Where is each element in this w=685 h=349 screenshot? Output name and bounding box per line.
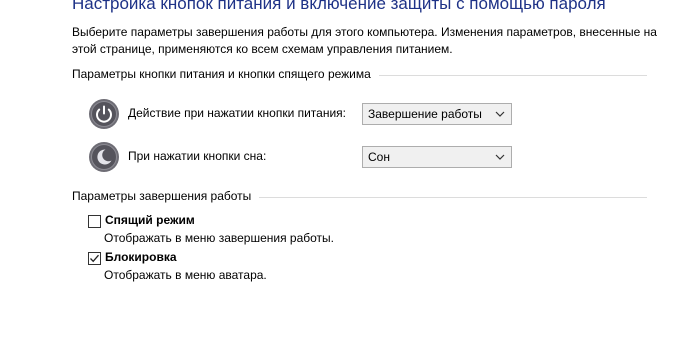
power-icon <box>88 98 120 130</box>
power-button-action-value: Завершение работы <box>368 107 482 121</box>
lock-description: Отображать в меню аватара. <box>104 268 267 282</box>
page-title: Настройка кнопок питания и включение защ… <box>72 0 606 13</box>
chevron-down-icon <box>493 106 507 122</box>
section-divider <box>378 74 647 76</box>
section-title: Параметры завершения работы <box>72 189 252 203</box>
section-divider <box>259 196 647 198</box>
lock-label[interactable]: Блокировка <box>105 250 177 264</box>
lock-checkbox[interactable] <box>88 252 101 265</box>
shutdown-settings-section-header: Параметры завершения работы <box>72 188 647 204</box>
power-button-action-select[interactable]: Завершение работы <box>362 103 512 125</box>
checkmark-icon <box>90 254 99 263</box>
chevron-down-icon <box>493 149 507 165</box>
power-button-row: Действие при нажатии кнопки питания: Зав… <box>88 98 518 130</box>
lock-option: Блокировка Отображать в меню аватара. <box>88 250 488 290</box>
hibernate-checkbox[interactable] <box>88 215 101 228</box>
hibernate-description: Отображать в меню завершения работы. <box>104 231 335 245</box>
hibernate-label[interactable]: Спящий режим <box>105 213 195 227</box>
sleep-button-action-value: Сон <box>368 150 390 164</box>
power-button-label: Действие при нажатии кнопки питания: <box>128 106 347 120</box>
hibernate-option: Спящий режим Отображать в меню завершени… <box>88 213 488 253</box>
power-buttons-section-header: Параметры кнопки питания и кнопки спящег… <box>72 66 647 82</box>
section-title: Параметры кнопки питания и кнопки спящег… <box>72 67 371 81</box>
sleep-button-label: При нажатии кнопки сна: <box>128 149 267 163</box>
sleep-moon-icon <box>88 141 120 173</box>
sleep-button-action-select[interactable]: Сон <box>362 146 512 168</box>
sleep-button-row: При нажатии кнопки сна: Сон <box>88 141 518 173</box>
page-description: Выберите параметры завершения работы для… <box>72 25 657 56</box>
